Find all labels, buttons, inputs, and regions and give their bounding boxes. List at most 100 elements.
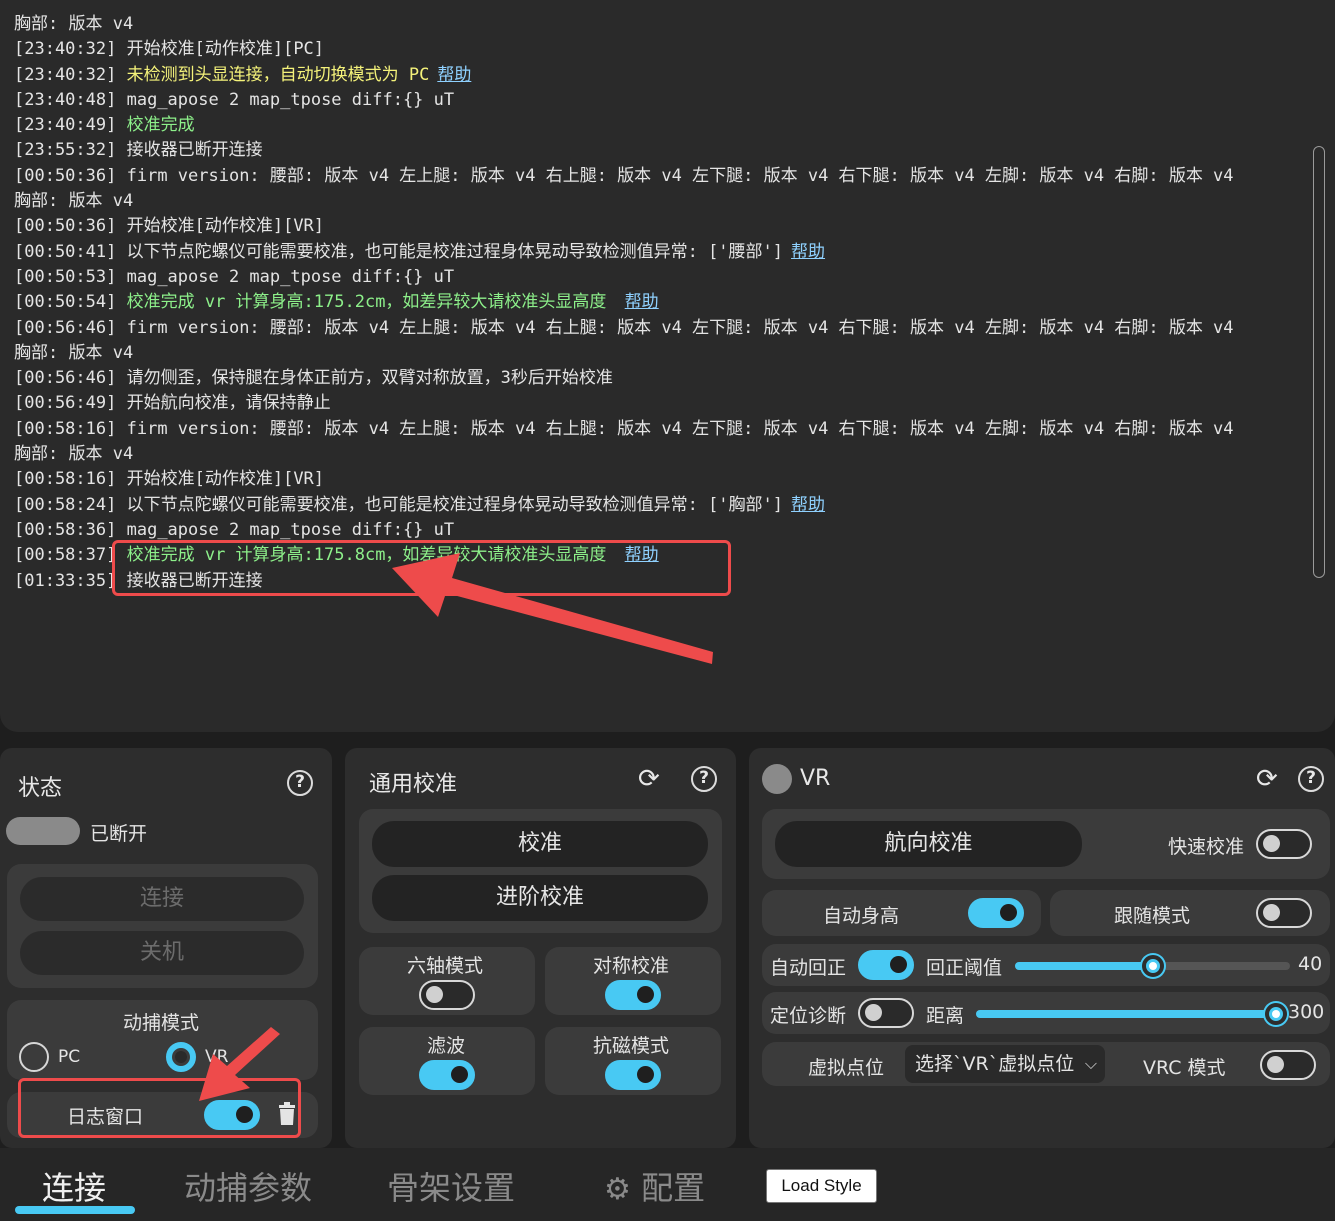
log-timestamp: [00:56:46]: [14, 317, 117, 338]
locate-diag-label: 定位诊断: [770, 1005, 847, 1027]
log-message: firm version: 腰部: 版本 v4 左上腿: 版本 v4 右上腿: …: [126, 317, 1234, 338]
log-scrollbar[interactable]: [1313, 146, 1325, 578]
log-timestamp: [00:50:36]: [14, 165, 117, 186]
log-line: 胸部: 版本 v4: [14, 442, 1309, 467]
load-style-button[interactable]: Load Style: [766, 1169, 877, 1203]
log-message: 胸部: 版本 v4: [14, 191, 134, 212]
locate-diag-card: 定位诊断 距离 300: [762, 992, 1330, 1034]
log-line: [23:40:32] 开始校准[动作校准][PC]: [14, 37, 1309, 62]
tab-config[interactable]: ⚙ 配置: [604, 1163, 705, 1209]
log-message: 请勿侧歪，保持腿在身体正前方，双臂对称放置，3秒后开始校准: [126, 368, 613, 389]
distance-label: 距离: [926, 1005, 965, 1027]
log-lines: 胸部: 版本 v4 [23:40:32] 开始校准[动作校准][PC] [23:40…: [14, 12, 1309, 594]
heading-calibrate-button[interactable]: 航向校准: [775, 821, 1082, 867]
calibrate-button[interactable]: 校准: [372, 821, 708, 867]
vr-status-dot: [762, 764, 792, 794]
virtual-point-label: 虚拟点位: [808, 1057, 885, 1079]
help-link[interactable]: 帮助: [437, 65, 471, 85]
vr-title: VR: [800, 766, 831, 791]
log-message: 校准完成: [126, 115, 195, 136]
log-line: [23:55:32] 接收器已断开连接: [14, 138, 1309, 163]
log-line: [23:40:32] 未检测到头显连接，自动切换模式为 PC 帮助: [14, 63, 1309, 88]
quick-calib-toggle[interactable]: [1256, 829, 1312, 859]
log-timestamp: [00:56:49]: [14, 393, 117, 414]
log-line: [00:50:54] 校准完成 vr 计算身高:175.2cm，如差异较大请校准…: [14, 290, 1309, 315]
mocap-mode-card: 动捕模式 PC VR: [7, 1000, 318, 1080]
log-line: 胸部: 版本 v4: [14, 189, 1309, 214]
help-icon[interactable]: ?: [287, 770, 313, 796]
help-link[interactable]: 帮助: [625, 292, 659, 312]
log-timestamp: [00:50:54]: [14, 292, 117, 313]
log-message: 开始校准[动作校准][VR]: [126, 216, 325, 237]
heading-calib-card: 航向校准 快速校准: [762, 809, 1330, 879]
status-title: 状态: [18, 776, 63, 801]
tab-skeleton[interactable]: 骨架设置: [387, 1163, 515, 1209]
auto-recenter-label: 自动回正: [770, 957, 847, 979]
virtual-point-select-value: 选择`VR`虚拟点位: [915, 1053, 1075, 1075]
radio-pc[interactable]: [19, 1042, 49, 1072]
six-axis-toggle[interactable]: [419, 980, 475, 1010]
help-icon[interactable]: ?: [1298, 766, 1324, 792]
log-line: [00:50:36] 开始校准[动作校准][VR]: [14, 214, 1309, 239]
six-axis-card: 六轴模式: [359, 947, 535, 1015]
active-tab-indicator: [15, 1206, 135, 1214]
radio-pc-label: PC: [58, 1047, 81, 1067]
log-message: mag_apose 2 map_tpose diff:{} uT: [126, 89, 455, 110]
help-icon[interactable]: ?: [691, 766, 717, 792]
log-timestamp: [00:58:16]: [14, 469, 117, 490]
log-message: mag_apose 2 map_tpose diff:{} uT: [126, 266, 455, 287]
advanced-calibrate-button[interactable]: 进阶校准: [372, 875, 708, 921]
log-message: 以下节点陀螺仪可能需要校准，也可能是校准过程身体晃动导致检测值异常: ['胸部'…: [126, 494, 784, 515]
status-label: 已断开: [90, 823, 148, 845]
refresh-icon[interactable]: ⟳: [638, 766, 660, 792]
auto-height-toggle[interactable]: [968, 898, 1024, 928]
distance-value: 300: [1288, 1001, 1325, 1023]
vrc-mode-toggle[interactable]: [1260, 1050, 1316, 1080]
log-timestamp: [00:50:41]: [14, 241, 117, 262]
radio-vr-label: VR: [205, 1047, 229, 1067]
log-message: firm version: 腰部: 版本 v4 左上腿: 版本 v4 右上腿: …: [126, 418, 1234, 439]
chevron-down-icon: ⌵: [1084, 1054, 1097, 1073]
log-timestamp: [00:58:16]: [14, 418, 117, 439]
log-timestamp: [23:40:32]: [14, 64, 117, 85]
anti-mag-toggle[interactable]: [605, 1060, 661, 1090]
log-message: 开始校准[动作校准][VR]: [126, 469, 325, 490]
connect-button[interactable]: 连接: [20, 877, 304, 921]
tab-mocap-params[interactable]: 动捕参数: [184, 1163, 312, 1209]
log-message: 开始航向校准，请保持静止: [126, 393, 331, 414]
recenter-threshold-value: 40: [1298, 953, 1323, 975]
help-link[interactable]: 帮助: [791, 242, 825, 262]
six-axis-label: 六轴模式: [407, 955, 484, 977]
filter-label: 滤波: [427, 1035, 466, 1057]
shutdown-button[interactable]: 关机: [20, 931, 304, 975]
virtual-point-card: 虚拟点位 选择`VR`虚拟点位 ⌵ VRC 模式: [762, 1042, 1330, 1086]
auto-recenter-toggle[interactable]: [858, 950, 914, 980]
gear-icon: ⚙: [604, 1172, 631, 1207]
filter-toggle[interactable]: [419, 1060, 475, 1090]
log-timestamp: [00:58:37]: [14, 545, 117, 566]
log-line: 胸部: 版本 v4: [14, 341, 1309, 366]
log-timestamp: [23:40:32]: [14, 39, 117, 60]
locate-diag-toggle[interactable]: [858, 998, 914, 1028]
radio-vr[interactable]: [166, 1042, 196, 1072]
follow-mode-card: 跟随模式: [1050, 890, 1330, 936]
distance-slider[interactable]: [976, 1003, 1287, 1025]
virtual-point-select[interactable]: 选择`VR`虚拟点位 ⌵: [905, 1045, 1105, 1083]
log-timestamp: [23:55:32]: [14, 140, 117, 161]
follow-mode-toggle[interactable]: [1256, 898, 1312, 928]
anti-mag-label: 抗磁模式: [593, 1035, 670, 1057]
log-line: [00:50:41] 以下节点陀螺仪可能需要校准，也可能是校准过程身体晃动导致检…: [14, 240, 1309, 265]
tab-config-label: 配置: [641, 1169, 706, 1207]
symmetric-toggle[interactable]: [605, 980, 661, 1010]
log-line: [00:58:24] 以下节点陀螺仪可能需要校准，也可能是校准过程身体晃动导致检…: [14, 493, 1309, 518]
log-message: firm version: 腰部: 版本 v4 左上腿: 版本 v4 右上腿: …: [126, 165, 1234, 186]
log-message: mag_apose 2 map_tpose diff:{} uT: [126, 519, 455, 540]
log-timestamp: [00:56:46]: [14, 368, 117, 389]
help-link[interactable]: 帮助: [791, 495, 825, 515]
log-timestamp: [00:58:36]: [14, 519, 117, 540]
recenter-threshold-slider[interactable]: [1015, 955, 1290, 977]
log-line: [00:58:16] 开始校准[动作校准][VR]: [14, 467, 1309, 492]
refresh-icon[interactable]: ⟳: [1256, 766, 1278, 792]
symmetric-label: 对称校准: [593, 955, 670, 977]
tab-connect[interactable]: 连接: [42, 1163, 106, 1209]
